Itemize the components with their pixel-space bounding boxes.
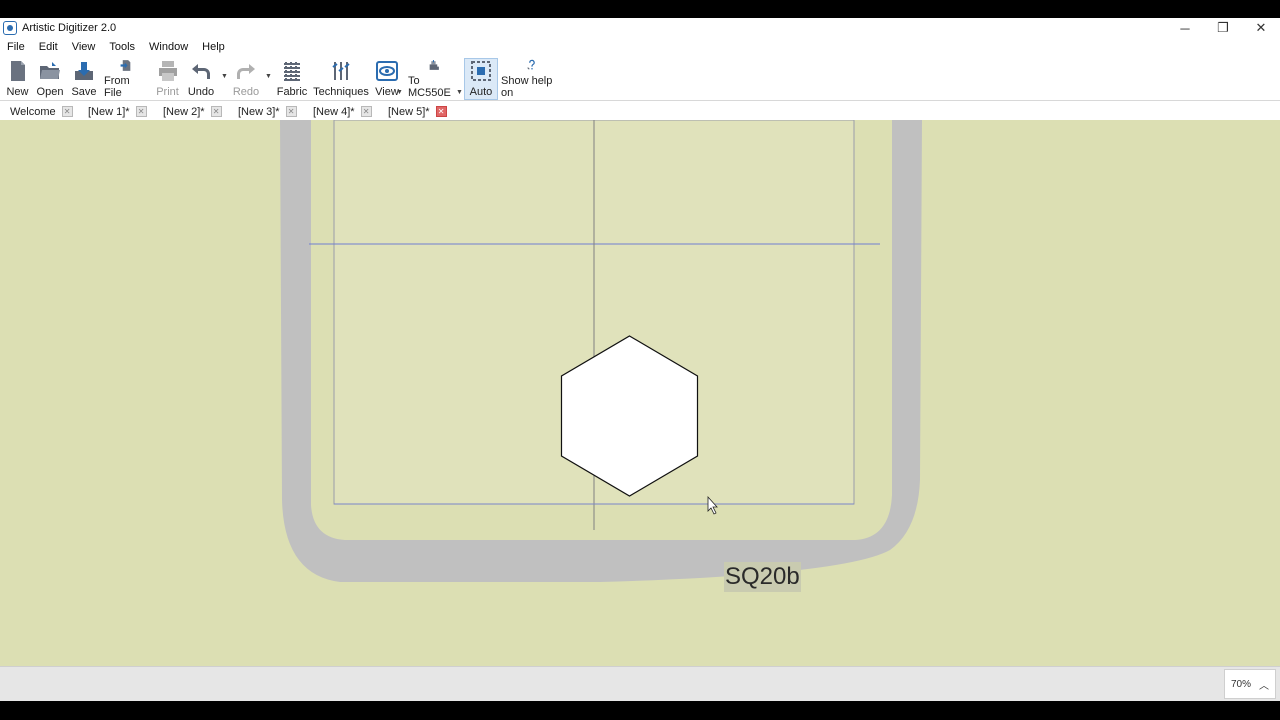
tab-new-3[interactable]: [New 3]* ✕ <box>238 103 297 120</box>
zoom-level: 70% <box>1230 678 1251 690</box>
chevron-up-icon[interactable]: ︿ <box>1259 677 1269 692</box>
tab-close-icon[interactable]: ✕ <box>360 106 372 117</box>
techniques-label: Techniques <box>313 86 369 98</box>
tab-label: [New 4]* <box>313 105 355 118</box>
window-title: Artistic Digitizer 2.0 <box>22 22 117 34</box>
tab-label: [New 5]* <box>388 105 430 118</box>
to-machine-dropdown-arrow-icon[interactable]: ▼ <box>456 89 463 96</box>
undo-dropdown-arrow-icon[interactable]: ▼ <box>221 73 228 80</box>
toolbar: New Open Save From File Print Undo ▼ Red… <box>0 56 1280 101</box>
menu-edit[interactable]: Edit <box>32 41 65 53</box>
open-label: Open <box>36 86 64 98</box>
window-controls: ─ ❐ ✕ <box>1166 18 1280 38</box>
design-canvas[interactable]: SQ20b <box>0 120 1280 666</box>
help-question-icon <box>527 59 535 70</box>
show-help-button[interactable]: Show help on <box>501 59 563 99</box>
show-help-label: Show help on <box>501 75 553 99</box>
view-dropdown-arrow-icon[interactable]: ▼ <box>396 89 403 96</box>
techniques-needles-icon <box>332 62 350 80</box>
undo-button[interactable]: Undo <box>187 59 215 99</box>
tab-close-icon[interactable]: ✕ <box>285 106 297 117</box>
status-bar: 70% ︿ <box>0 666 1280 701</box>
undo-label: Undo <box>187 86 215 98</box>
menu-help[interactable]: Help <box>195 41 232 53</box>
auto-digitize-icon <box>471 61 491 81</box>
tab-close-icon[interactable]: ✕ <box>61 106 73 117</box>
save-icon <box>75 62 93 80</box>
close-button[interactable]: ✕ <box>1242 18 1280 38</box>
open-folder-icon <box>40 62 60 79</box>
save-button[interactable]: Save <box>71 59 97 99</box>
minimize-button[interactable]: ─ <box>1166 18 1204 38</box>
menu-view[interactable]: View <box>65 41 103 53</box>
menu-file[interactable]: File <box>0 41 32 53</box>
tab-label: [New 3]* <box>238 105 280 118</box>
tab-close-icon[interactable]: ✕ <box>210 106 222 117</box>
sewing-machine-icon <box>429 60 439 70</box>
redo-button[interactable]: Redo <box>233 59 259 99</box>
tab-welcome[interactable]: Welcome ✕ <box>10 103 73 120</box>
zoom-control[interactable]: 70% ︿ <box>1224 669 1276 699</box>
new-button[interactable]: New <box>5 59 30 99</box>
new-document-icon <box>10 61 25 81</box>
from-file-label: From File <box>104 75 130 99</box>
view-eye-icon <box>376 61 398 81</box>
undo-arrow-icon <box>192 64 210 79</box>
menu-bar: File Edit View Tools Window Help <box>0 38 1280 56</box>
new-label: New <box>6 86 29 98</box>
open-button[interactable]: Open <box>36 59 64 99</box>
redo-arrow-icon <box>237 64 255 79</box>
tab-label: Welcome <box>10 105 56 118</box>
document-tabs: Welcome ✕ [New 1]* ✕ [New 2]* ✕ [New 3]* ✕ [… <box>0 101 1280 121</box>
from-file-icon <box>120 60 131 71</box>
maximize-button[interactable]: ❐ <box>1204 18 1242 38</box>
to-machine-button[interactable]: To MC550E <box>408 59 460 99</box>
menu-window[interactable]: Window <box>142 41 195 53</box>
tab-new-2[interactable]: [New 2]* ✕ <box>163 103 222 120</box>
save-label: Save <box>71 86 97 98</box>
hoop-name-label: SQ20b <box>724 562 801 592</box>
print-label: Print <box>156 86 179 98</box>
tab-label: [New 2]* <box>163 105 205 118</box>
techniques-button[interactable]: Techniques <box>313 59 369 99</box>
app-logo-icon <box>3 21 17 35</box>
tab-label: [New 1]* <box>88 105 130 118</box>
to-machine-label: To MC550E <box>408 75 451 99</box>
auto-label: Auto <box>469 86 493 98</box>
tab-close-icon[interactable]: ✕ <box>435 106 447 117</box>
redo-label: Redo <box>232 86 260 98</box>
auto-button[interactable]: Auto <box>464 58 498 100</box>
redo-dropdown-arrow-icon[interactable]: ▼ <box>265 73 272 80</box>
tab-new-1[interactable]: [New 1]* ✕ <box>88 103 147 120</box>
from-file-button[interactable]: From File <box>104 59 148 99</box>
printer-icon <box>158 61 177 81</box>
fabric-button[interactable]: Fabric <box>277 59 307 99</box>
tab-new-4[interactable]: [New 4]* ✕ <box>313 103 372 120</box>
fabric-label: Fabric <box>276 86 308 98</box>
tab-close-icon[interactable]: ✕ <box>135 106 147 117</box>
print-button[interactable]: Print <box>155 59 180 99</box>
fabric-grid-icon <box>284 62 300 82</box>
tab-new-5[interactable]: [New 5]* ✕ <box>388 103 447 120</box>
canvas-scene <box>280 120 922 582</box>
title-bar: Artistic Digitizer 2.0 ─ ❐ ✕ <box>0 18 1280 38</box>
menu-tools[interactable]: Tools <box>102 41 142 53</box>
